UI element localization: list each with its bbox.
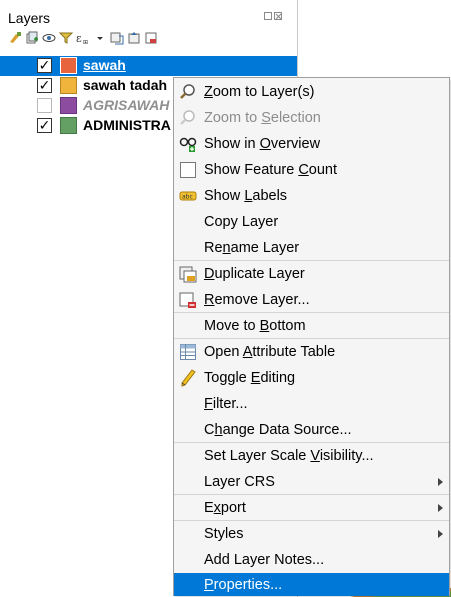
menu-item-properties[interactable]: Properties...: [174, 573, 449, 596]
remove-layer-icon: [179, 291, 197, 309]
style-manager-icon[interactable]: [8, 31, 22, 45]
chevron-down-icon[interactable]: [93, 31, 107, 45]
submenu-arrow-icon: [438, 478, 443, 486]
menu-item-show-labels[interactable]: abc Show Labels: [174, 183, 449, 209]
menu-item-change-data-source[interactable]: Change Data Source...: [174, 417, 449, 443]
panel-title: Layers: [8, 10, 51, 26]
labels-icon: abc: [179, 187, 197, 205]
layer-visibility-checkbox[interactable]: ✓: [37, 78, 52, 93]
layer-name: ADMINISTRA: [83, 117, 171, 133]
overview-icon: [179, 135, 197, 153]
feature-count-checkbox[interactable]: [179, 161, 197, 179]
expand-all-icon[interactable]: [110, 31, 124, 45]
menu-item-export[interactable]: Export: [174, 495, 449, 521]
layer-visibility-checkbox[interactable]: ✓: [37, 58, 52, 73]
menu-item-show-feature-count[interactable]: Show Feature Count: [174, 157, 449, 183]
layer-color-swatch: [60, 97, 77, 114]
collapse-all-icon[interactable]: [127, 31, 141, 45]
menu-item-zoom-to-selection[interactable]: Zoom to Selection: [174, 105, 449, 131]
menu-item-duplicate-layer[interactable]: Duplicate Layer: [174, 261, 449, 287]
layer-name: sawah: [83, 57, 126, 73]
svg-text:ε: ε: [76, 32, 82, 45]
submenu-arrow-icon: [438, 530, 443, 538]
layer-row[interactable]: ✓ sawah: [0, 56, 297, 76]
menu-item-filter[interactable]: Filter...: [174, 391, 449, 417]
attribute-table-icon: [179, 343, 197, 361]
svg-text:abc: abc: [182, 194, 193, 201]
menu-item-add-layer-notes[interactable]: Add Layer Notes...: [174, 547, 449, 573]
menu-item-rename-layer[interactable]: Rename Layer: [174, 235, 449, 261]
zoom-selection-icon: [179, 109, 197, 127]
menu-item-styles[interactable]: Styles: [174, 521, 449, 547]
menu-item-remove-layer[interactable]: Remove Layer...: [174, 287, 449, 313]
filter-expression-icon[interactable]: ε ⊞: [76, 31, 90, 45]
menu-item-move-to-bottom[interactable]: Move to Bottom: [174, 313, 449, 339]
layers-toolbar: ε ⊞: [8, 31, 158, 45]
menu-item-set-layer-scale-visibility[interactable]: Set Layer Scale Visibility...: [174, 443, 449, 469]
close-panel-icon[interactable]: [274, 12, 282, 20]
qgis-window: Layers ε ⊞ ✓ sawah ✓ sawah tadah AGRISAW…: [0, 0, 451, 597]
menu-item-toggle-editing[interactable]: Toggle Editing: [174, 365, 449, 391]
layer-visibility-checkbox[interactable]: ✓: [37, 118, 52, 133]
zoom-layer-icon: [179, 83, 197, 101]
duplicate-layer-icon: [179, 265, 197, 283]
layer-visibility-checkbox[interactable]: [37, 98, 52, 113]
menu-item-zoom-to-layer[interactable]: Zoom to Layer(s): [174, 79, 449, 105]
layer-color-swatch: [60, 57, 77, 74]
layer-name: sawah tadah: [83, 77, 168, 93]
float-panel-icon[interactable]: [264, 12, 272, 20]
menu-item-layer-crs[interactable]: Layer CRS: [174, 469, 449, 495]
pencil-icon: [179, 369, 197, 387]
manage-visibility-icon[interactable]: [42, 31, 56, 45]
menu-item-copy-layer[interactable]: Copy Layer: [174, 209, 449, 235]
layer-name: AGRISAWAH: [83, 97, 170, 113]
menu-item-open-attribute-table[interactable]: Open Attribute Table: [174, 339, 449, 365]
remove-layer-toolbar-icon[interactable]: [144, 31, 158, 45]
layer-color-swatch: [60, 77, 77, 94]
svg-text:⊞: ⊞: [83, 39, 88, 45]
layer-color-swatch: [60, 117, 77, 134]
menu-item-show-in-overview[interactable]: Show in Overview: [174, 131, 449, 157]
submenu-arrow-icon: [438, 504, 443, 512]
filter-legend-icon[interactable]: [59, 31, 73, 45]
panel-controls: [264, 12, 282, 20]
layer-context-menu: Zoom to Layer(s) Zoom to Selection Show …: [173, 77, 450, 596]
add-group-icon[interactable]: [25, 31, 39, 45]
